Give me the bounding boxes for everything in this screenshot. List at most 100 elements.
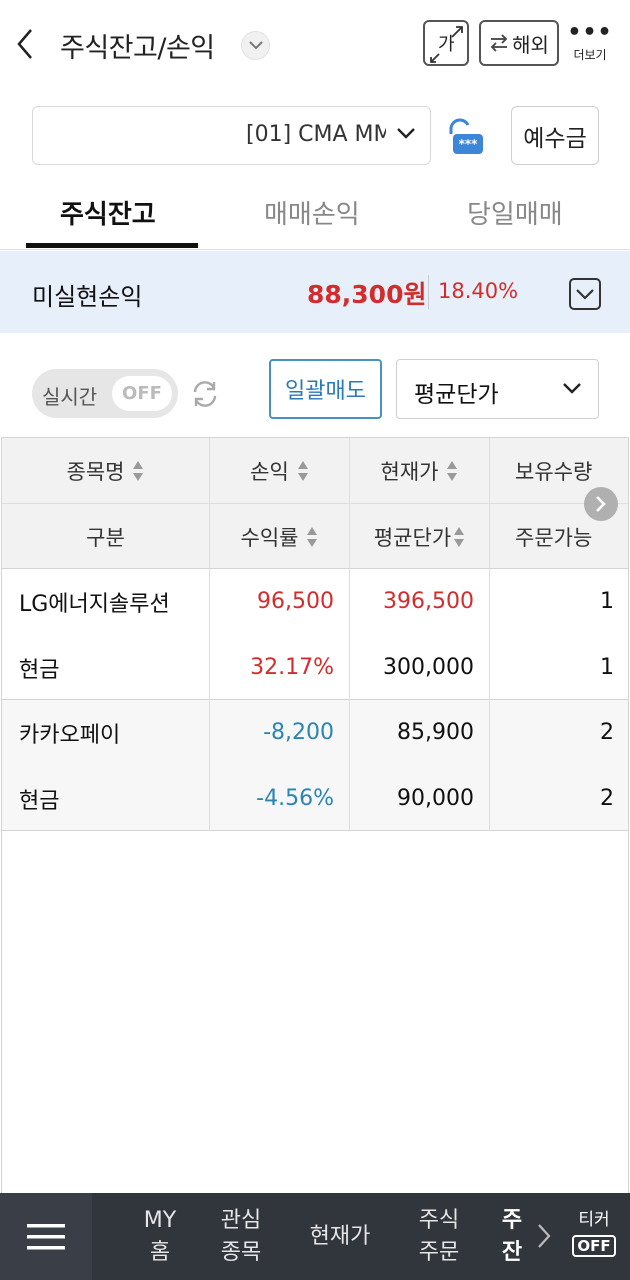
sort-icon: [454, 526, 465, 547]
page-title: 주식잔고/손익: [60, 33, 215, 64]
chevron-down-icon: [563, 383, 581, 394]
return-rate: -4.56%: [256, 786, 334, 811]
account-type: 현금: [19, 788, 60, 814]
expand-summary-button[interactable]: [569, 278, 601, 310]
account-type: 현금: [19, 657, 60, 683]
nav-label: MY: [143, 1207, 177, 1233]
ticker-state: OFF: [572, 1235, 616, 1257]
table-row[interactable]: 카카오페이 -8,200 85,900 2 현금 -4.56% 90,000 2: [2, 700, 628, 831]
expand-arrow-up-icon: [451, 26, 463, 38]
realtime-label: 실시간: [42, 385, 98, 409]
password-lock-icon[interactable]: ***: [443, 116, 485, 158]
refresh-icon[interactable]: [190, 379, 220, 409]
nav-label: 홈: [149, 1239, 171, 1265]
pnl-value: -8,200: [263, 720, 334, 745]
nav-watchlist[interactable]: 관심 종목: [212, 1193, 270, 1280]
header-label: 보유수량: [515, 459, 593, 484]
tab-bar: 주식잔고 매매손익 당일매매: [0, 180, 630, 250]
nav-current-price[interactable]: 현재가: [300, 1193, 380, 1280]
header-label: 수익률: [240, 525, 299, 550]
chevron-down-icon: [248, 41, 263, 50]
current-price: 396,500: [383, 589, 474, 614]
chevron-down-icon: [397, 128, 415, 139]
avg-price: 90,000: [397, 786, 474, 811]
nav-stock-order[interactable]: 주식 주문: [410, 1193, 468, 1280]
realtime-toggle[interactable]: 실시간 OFF: [32, 369, 178, 418]
chevron-right-icon: [596, 496, 606, 512]
scroll-right-button[interactable]: [584, 487, 618, 521]
orderable-qty: 2: [600, 786, 614, 811]
tab-stock-balance[interactable]: 주식잔고: [60, 194, 156, 231]
svg-text:***: ***: [459, 137, 479, 151]
hamburger-menu-icon: [27, 1223, 65, 1249]
divider: [428, 275, 429, 309]
more-button[interactable]: ••• 더보기: [567, 22, 613, 68]
tab-trade-pnl[interactable]: 매매손익: [264, 194, 360, 231]
header-label: 주문가능: [515, 525, 593, 550]
sort-selected-value: 평균단가: [414, 382, 499, 408]
expand-arrows-icon: [430, 53, 440, 63]
holding-qty: 2: [600, 720, 614, 745]
stock-name: LG에너지솔루션: [19, 591, 170, 617]
header-return-rate[interactable]: 수익률: [210, 504, 350, 569]
orderable-qty: 1: [600, 655, 614, 680]
table-row[interactable]: LG에너지솔루션 96,500 396,500 1 현금 32.17% 300,…: [2, 569, 628, 700]
chevron-right-icon[interactable]: [537, 1223, 551, 1249]
bulk-sell-button[interactable]: 일괄매도: [269, 359, 382, 419]
avg-price: 300,000: [383, 655, 474, 680]
sort-icon: [133, 460, 144, 481]
header-label: 종목명: [66, 459, 125, 484]
active-tab-indicator: [26, 243, 198, 248]
unrealized-pnl-rate: 18.40%: [438, 279, 519, 303]
header-label: 구분: [86, 525, 125, 550]
header-pnl[interactable]: 손익: [210, 438, 350, 503]
return-rate: 32.17%: [250, 655, 334, 680]
header-stock-name[interactable]: 종목명: [2, 438, 210, 503]
more-label: 더보기: [573, 48, 607, 62]
account-value: [01] CMA MM: [246, 122, 386, 147]
deposit-button[interactable]: 예수금: [511, 106, 599, 165]
app-header: 주식잔고/손익 가 해외 ••• 더보기: [0, 0, 630, 88]
table-header: 종목명 손익 현재가 보유수량 구분 수익률 평균단가 주문가능: [2, 438, 628, 569]
header-label: 평균단가: [373, 525, 452, 550]
bottom-nav-bar: MY 홈 관심 종목 현재가 주식 주문 주 잔 티커 OFF: [0, 1193, 630, 1280]
account-select[interactable]: [01] CMA MM: [32, 106, 431, 165]
sort-icon: [297, 460, 308, 481]
chevron-left-icon: [17, 29, 32, 59]
unrealized-pnl-banner: 미실현손익 88,300원 18.40%: [0, 251, 630, 333]
realtime-state: OFF: [112, 376, 172, 411]
title-dropdown-button[interactable]: [241, 31, 270, 60]
more-dots-icon: •••: [567, 20, 613, 45]
sort-icon: [447, 460, 458, 481]
header-avg-price[interactable]: 평균단가: [350, 504, 490, 569]
header-label: 현재가: [380, 459, 439, 484]
holdings-table: 종목명 손익 현재가 보유수량 구분 수익률 평균단가 주문가능 LG에너지솔루…: [1, 437, 629, 1195]
overseas-label: 해외: [512, 32, 549, 57]
font-size-button[interactable]: 가: [423, 20, 469, 66]
nav-label: 종목: [220, 1239, 262, 1265]
sort-icon: [307, 526, 318, 547]
nav-label: 현재가: [309, 1223, 371, 1249]
ticker-label: 티커: [578, 1210, 610, 1230]
nav-stock-balance[interactable]: 주 잔: [496, 1193, 528, 1280]
unrealized-pnl-label: 미실현손익: [32, 283, 143, 311]
current-price: 85,900: [397, 720, 474, 745]
ticker-toggle[interactable]: 티커 OFF: [570, 1205, 618, 1257]
holding-qty: 1: [600, 589, 614, 614]
nav-my-home[interactable]: MY 홈: [135, 1193, 185, 1280]
header-type: 구분: [2, 504, 210, 569]
header-current-price[interactable]: 현재가: [350, 438, 490, 503]
stock-name: 카카오페이: [19, 722, 121, 748]
swap-arrows-icon: [490, 34, 508, 52]
tab-today-trades[interactable]: 당일매매: [467, 194, 563, 231]
header-label: 손익: [250, 459, 289, 484]
nav-label: 주문: [418, 1239, 460, 1265]
menu-button[interactable]: [0, 1193, 92, 1280]
nav-label: 잔: [501, 1239, 523, 1265]
sort-select[interactable]: 평균단가: [396, 359, 599, 419]
nav-label: 관심: [220, 1207, 262, 1233]
pnl-value: 96,500: [257, 589, 334, 614]
nav-label: 주: [501, 1207, 523, 1233]
overseas-button[interactable]: 해외: [479, 20, 559, 66]
back-button[interactable]: [10, 24, 40, 64]
